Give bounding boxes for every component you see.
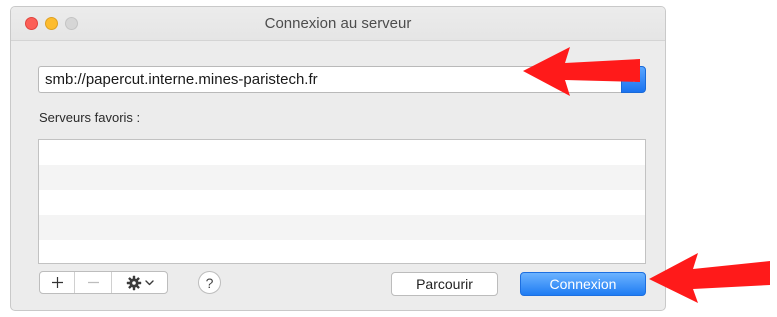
gear-icon — [126, 275, 141, 290]
action-menu-button[interactable] — [112, 272, 167, 293]
screenshot: Connexion au serveur Serveurs favoris : — [0, 0, 777, 317]
minus-icon — [87, 281, 99, 284]
favorites-edit-controls — [39, 271, 168, 294]
list-row — [39, 140, 645, 165]
list-row — [39, 215, 645, 240]
chevron-down-icon — [144, 279, 154, 285]
list-row — [39, 165, 645, 190]
plus-icon — [51, 277, 63, 288]
window-title: Connexion au serveur — [264, 15, 412, 32]
connect-button[interactable]: Connexion — [520, 272, 646, 296]
annotation-arrow-icon — [649, 253, 770, 303]
title-bar[interactable]: Connexion au serveur — [11, 7, 665, 41]
remove-favorite-button[interactable] — [75, 272, 112, 293]
help-button[interactable]: ? — [198, 271, 221, 294]
annotation-arrow-icon — [523, 47, 640, 96]
list-row — [39, 190, 645, 215]
list-row — [39, 240, 645, 263]
favorite-servers-list[interactable] — [38, 139, 646, 264]
favorites-label: Serveurs favoris : — [39, 110, 141, 125]
browse-button[interactable]: Parcourir — [391, 272, 498, 296]
add-favorite-button[interactable] — [40, 272, 75, 293]
